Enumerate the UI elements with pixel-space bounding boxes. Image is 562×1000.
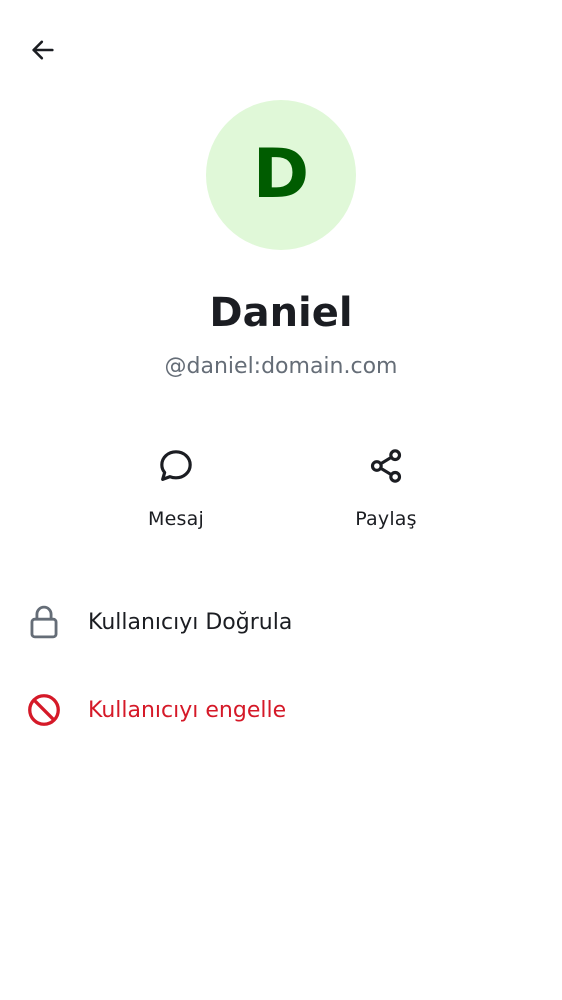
chat-bubble-icon	[150, 440, 202, 492]
lock-icon	[24, 602, 64, 642]
block-icon	[24, 690, 64, 730]
avatar[interactable]: D	[206, 100, 356, 250]
share-button[interactable]: Paylaş	[316, 440, 456, 550]
verify-user-label: Kullanıcıyı Doğrula	[88, 609, 293, 635]
share-icon	[360, 440, 412, 492]
verify-user-item[interactable]: Kullanıcıyı Doğrula	[0, 590, 562, 654]
block-user-item[interactable]: Kullanıcıyı engelle	[0, 678, 562, 742]
message-button[interactable]: Mesaj	[106, 440, 246, 550]
share-label: Paylaş	[355, 508, 417, 530]
display-name: Daniel	[209, 290, 353, 336]
arrow-left-icon	[32, 40, 54, 60]
user-id: @daniel:domain.com	[164, 354, 398, 379]
avatar-initial: D	[252, 135, 310, 214]
block-user-label: Kullanıcıyı engelle	[88, 697, 287, 723]
message-label: Mesaj	[148, 508, 204, 530]
back-button[interactable]	[24, 31, 62, 69]
